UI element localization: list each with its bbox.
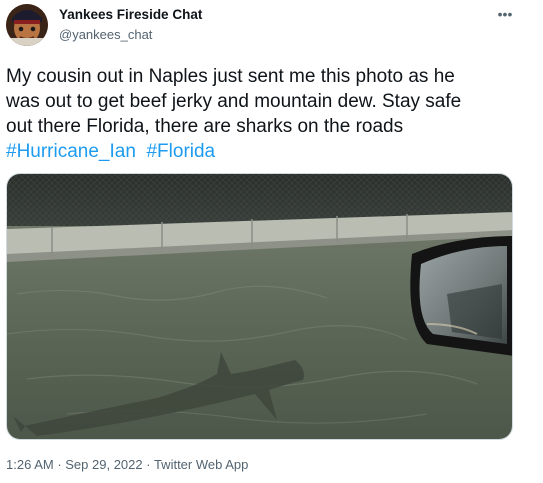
avatar[interactable] [6,4,48,46]
tweet-text-line: My cousin out in Naples just sent me thi… [6,66,455,87]
tweet-metadata: 1:26 AM · Sep 29, 2022 · Twitter Web App [6,457,248,472]
tweet-time[interactable]: 1:26 AM [6,457,54,472]
tweet-date[interactable]: Sep 29, 2022 [65,457,142,472]
tweet-text: My cousin out in Naples just sent me thi… [6,64,536,164]
tweet-source[interactable]: Twitter Web App [154,457,248,472]
meta-separator: · [53,457,66,472]
more-options-icon[interactable]: ••• [494,6,516,22]
tweet-card: Yankees Fireside Chat @yankees_chat ••• … [0,0,543,483]
hashtag-florida[interactable]: #Florida [146,141,215,162]
tweet-text-line: was out to get beef jerky and mountain d… [6,91,462,112]
author-handle[interactable]: @yankees_chat [59,27,152,42]
tweet-text-line: out there Florida, there are sharks on t… [6,116,404,137]
author-name[interactable]: Yankees Fireside Chat [59,7,202,22]
shark-on-flooded-road-image [7,174,512,439]
tweet-photo[interactable] [6,173,513,440]
hashtag-hurricane-ian[interactable]: #Hurricane_Ian [6,141,136,162]
hashtag-line: #Hurricane_Ian #Florida [6,139,536,164]
meta-separator: · [142,457,154,472]
